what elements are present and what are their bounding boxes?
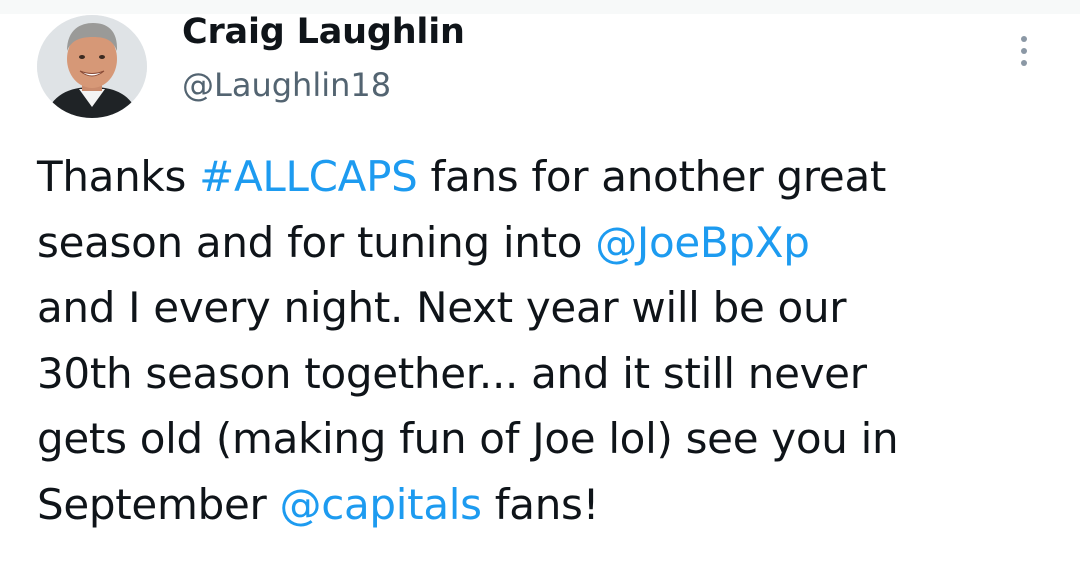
hashtag-link[interactable]: #ALLCAPS bbox=[199, 152, 418, 201]
mention-link[interactable]: @JoeBpXp bbox=[595, 218, 810, 267]
tweet-text-segment: 30th season together... and it still nev… bbox=[37, 348, 867, 398]
tweet-line: Thanks #ALLCAPS fans for another great bbox=[37, 144, 1057, 210]
tweet-text-segment: September bbox=[37, 479, 280, 529]
tweet-text: Thanks #ALLCAPS fans for another great se… bbox=[37, 144, 1057, 537]
tweet-line: September @capitals fans! bbox=[37, 472, 1057, 538]
tweet-text-segment: Thanks bbox=[37, 152, 200, 201]
top-strip bbox=[0, 0, 1080, 14]
tweet-line: and I every night. Next year will be our bbox=[37, 275, 1057, 341]
more-vertical-icon bbox=[1021, 60, 1027, 66]
tweet-line: gets old (making fun of Joe lol) see you… bbox=[37, 406, 1057, 472]
more-vertical-icon bbox=[1021, 36, 1027, 42]
display-name[interactable]: Craig Laughlin bbox=[182, 12, 465, 52]
tweet-line: season and for tuning into @JoeBpXp bbox=[37, 210, 1057, 276]
tweet-text-segment: season and for tuning into bbox=[37, 217, 596, 267]
tweet-text-segment: fans! bbox=[481, 479, 600, 529]
tweet-line: 30th season together... and it still nev… bbox=[37, 341, 1057, 407]
user-handle[interactable]: @Laughlin18 bbox=[182, 66, 391, 104]
avatar-photo bbox=[37, 15, 147, 118]
tweet-text-segment: and I every night. Next year will be our bbox=[37, 283, 847, 332]
mention-link[interactable]: @capitals bbox=[280, 480, 483, 529]
more-options-button[interactable] bbox=[1010, 28, 1038, 74]
tweet-text-segment: gets old (making fun of Joe lol) see you… bbox=[37, 414, 899, 463]
more-vertical-icon bbox=[1021, 48, 1027, 54]
avatar[interactable] bbox=[37, 15, 147, 118]
tweet-text-segment: fans for another great bbox=[417, 152, 887, 201]
